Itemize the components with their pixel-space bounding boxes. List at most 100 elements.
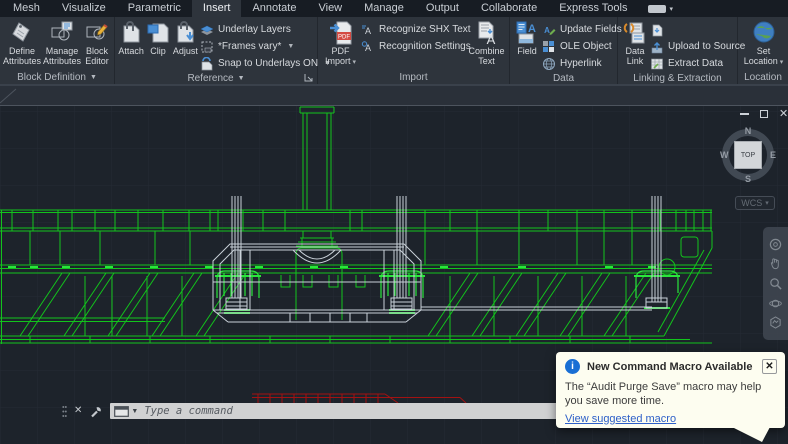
panel-title-linking-extraction[interactable]: Linking & Extraction (618, 72, 737, 84)
frames-vary-button[interactable]: *Frames vary* ▼ (200, 38, 316, 55)
upload-to-source-icon (651, 41, 663, 53)
tab-parametric[interactable]: Parametric (117, 0, 192, 17)
upload-to-source-button[interactable]: Upload to Source (650, 38, 745, 55)
tab-output[interactable]: Output (415, 0, 470, 17)
button-label: Field (517, 46, 537, 56)
chevron-down-icon[interactable]: ▼ (131, 408, 138, 415)
tab-insert[interactable]: Insert (191, 0, 242, 17)
pdf-import-button[interactable]: PDF PDF Import ▾ (320, 19, 361, 68)
combine-text-button[interactable]: A Combine Text (465, 19, 508, 66)
recognition-settings-button[interactable]: A Recognition Settings (361, 38, 471, 55)
zoom-icon[interactable] (769, 277, 782, 290)
extract-data-icon (651, 58, 663, 69)
orbit-icon[interactable] (769, 297, 782, 310)
command-bar-grip-icon[interactable] (62, 405, 67, 418)
close-icon[interactable]: ✕ (779, 109, 788, 120)
ribbon-tab-bar: Mesh Visualize Parametric Insert Annotat… (0, 0, 788, 17)
button-label: Data (625, 46, 645, 56)
autocad-window: Mesh Visualize Parametric Insert Annotat… (0, 0, 788, 444)
minimize-icon[interactable] (740, 113, 749, 115)
row-label: *Frames vary* (218, 41, 282, 52)
navigation-wheel-icon[interactable] (769, 238, 782, 251)
data-link-button[interactable]: Data Link (620, 19, 650, 66)
viewcube-west[interactable]: W (720, 150, 729, 160)
viewcube-south[interactable]: S (745, 174, 751, 184)
update-fields-icon: A (544, 26, 556, 35)
row-label: Underlay Layers (218, 24, 291, 35)
extract-data-button[interactable]: Extract Data (650, 55, 736, 72)
viewcube-north[interactable]: N (745, 126, 752, 136)
define-attributes-button[interactable]: Define Attributes (2, 19, 42, 66)
panel-block-definition: Define Attributes Manage Attributes Bloc… (0, 17, 115, 84)
attach-button[interactable]: Attach (117, 19, 145, 56)
viewcube-east[interactable]: E (770, 150, 776, 160)
tab-mesh[interactable]: Mesh (2, 0, 51, 17)
tab-collaborate[interactable]: Collaborate (470, 0, 548, 17)
customize-wrench-icon[interactable] (90, 405, 103, 418)
chevron-down-icon: ▼ (89, 73, 97, 81)
button-label: Attach (118, 46, 144, 56)
combine-text-icon: A (478, 21, 495, 46)
drawing-canvas[interactable]: ✕ N S W E TOP WCS ▾ ✕ ▼ Type a command i… (0, 86, 788, 444)
popup-tail (732, 427, 770, 442)
restore-icon[interactable] (760, 110, 768, 118)
viewcube[interactable]: N S W E TOP (719, 126, 777, 184)
wcs-dropdown[interactable]: WCS ▾ (735, 196, 775, 210)
pdf-import-icon: PDF (329, 21, 351, 45)
ribbon-minimize-button[interactable]: ▾ (648, 0, 673, 17)
recognize-shx-text-button[interactable]: A Recognize SHX Text (361, 21, 471, 38)
tab-annotate[interactable]: Annotate (241, 0, 307, 17)
chevron-down-icon: ▾ (352, 59, 357, 66)
svg-text:A: A (528, 23, 536, 35)
panel-title-block-definition[interactable]: Block Definition ▼ (0, 70, 114, 84)
underlay-layers-button[interactable]: Underlay Layers (200, 21, 316, 38)
clip-button[interactable]: Clip (145, 19, 170, 56)
wcs-label: WCS (741, 198, 763, 208)
panel-title-data[interactable]: Data (510, 72, 617, 84)
button-label: Combine (468, 46, 505, 56)
button-label: Manage (45, 46, 79, 56)
ole-object-icon (543, 40, 554, 52)
dialog-launcher-icon[interactable] (304, 73, 313, 82)
tab-view[interactable]: View (307, 0, 353, 17)
data-link-icon (623, 22, 645, 44)
view-suggested-macro-link[interactable]: View suggested macro (565, 413, 676, 425)
clip-icon (147, 23, 169, 43)
command-close-icon[interactable]: ✕ (74, 406, 82, 416)
panel-title-location[interactable]: Location (738, 70, 788, 84)
block-editor-button[interactable]: Block Editor (82, 19, 112, 66)
panel-title-reference[interactable]: Reference ▼ (115, 72, 317, 84)
row-label: Upload to Source (668, 41, 746, 52)
button-label: Location ▾ (743, 56, 784, 66)
tab-visualize[interactable]: Visualize (51, 0, 117, 17)
hyperlink-globe-icon (543, 57, 555, 70)
viewcube-top-face[interactable]: TOP (734, 141, 762, 169)
notification-title: New Command Macro Available (587, 360, 753, 373)
adjust-button[interactable]: Adjust (171, 19, 200, 56)
update-fields-button[interactable]: A Update Fields (542, 21, 622, 38)
ole-object-button[interactable]: OLE Object (542, 38, 616, 55)
row-label: Recognize SHX Text (379, 24, 471, 35)
hyperlink-button[interactable]: Hyperlink (542, 55, 616, 72)
pan-icon[interactable] (769, 257, 782, 270)
snap-to-underlays-button[interactable]: Snap to Underlays ON ▼ (200, 55, 331, 72)
svg-text:PDF: PDF (338, 35, 350, 41)
chevron-down-icon: ▾ (779, 59, 784, 66)
download-from-source-button[interactable] (650, 21, 736, 38)
tab-express-tools[interactable]: Express Tools (548, 0, 638, 17)
button-label: Link (626, 56, 644, 66)
manage-attributes-button[interactable]: Manage Attributes (42, 19, 82, 66)
panel-title-import[interactable]: Import (318, 70, 509, 84)
chevron-down-icon: ▼ (237, 74, 245, 82)
show-motion-icon[interactable] (769, 316, 782, 329)
set-location-button[interactable]: Set Location ▾ (742, 19, 786, 68)
field-button[interactable]: A Field (512, 19, 542, 56)
chevron-down-icon: ▾ (669, 5, 673, 13)
command-window-icon[interactable] (114, 405, 130, 417)
button-label: Define (8, 46, 35, 56)
ribbon: Define Attributes Manage Attributes Bloc… (0, 17, 788, 86)
tab-manage[interactable]: Manage (353, 0, 415, 17)
manage-attributes-icon (51, 21, 73, 41)
notification-close-button[interactable]: ✕ (762, 359, 777, 374)
chevron-down-icon: ▾ (765, 200, 769, 207)
